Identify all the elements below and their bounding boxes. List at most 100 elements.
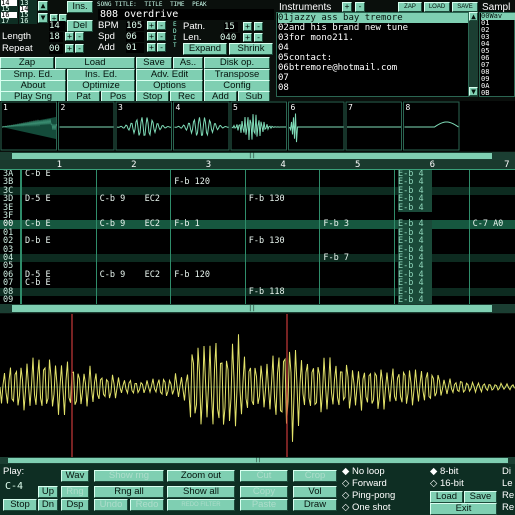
save-as-button[interactable]: As..: [173, 57, 203, 69]
instrument-row[interactable]: 01jazzy ass bay tremore: [278, 13, 468, 23]
pattern-row[interactable]: 00 C-b E C-b 9 F-b 1 F-b 3 E-b 4 C-7 A0 EC2: [0, 220, 515, 229]
undo-button[interactable]: Undo: [94, 499, 128, 511]
effect-cell[interactable]: EC2: [145, 270, 160, 279]
play-wav-button[interactable]: Wav: [61, 470, 89, 482]
play-rng-button[interactable]: Rng: [61, 486, 89, 498]
cut-button[interactable]: Cut: [240, 470, 288, 482]
crop-button[interactable]: Crop: [293, 470, 337, 482]
note-cell[interactable]: F-b 7: [323, 254, 349, 263]
pattern-hscroll-thumb[interactable]: ||: [12, 305, 492, 312]
show-range-button[interactable]: Show rng: [94, 470, 164, 482]
bpm-minus[interactable]: -: [157, 21, 166, 30]
play-stop-button[interactable]: Stop: [3, 499, 37, 511]
pattern-row[interactable]: 3F: [0, 212, 515, 220]
pattern-row[interactable]: 3A C-b E E-b 4: [0, 170, 515, 178]
patn-plus[interactable]: +: [243, 22, 252, 31]
instrument-row[interactable]: 07: [278, 73, 468, 83]
waveform-scroll-thumb[interactable]: ||: [8, 458, 508, 463]
channel-header[interactable]: 3: [171, 160, 246, 170]
ins-pos-button[interactable]: Ins.: [67, 1, 93, 13]
note-cell[interactable]: F-b 120: [174, 178, 210, 187]
pattern-row[interactable]: 3E E-b 4: [0, 203, 515, 212]
repeat-plus[interactable]: +: [65, 44, 74, 53]
show-all-button[interactable]: Show all: [167, 486, 235, 498]
del-pos-button[interactable]: Del: [67, 20, 93, 32]
channel-header[interactable]: 4: [246, 160, 321, 170]
instrument-row[interactable]: 08: [278, 83, 468, 93]
ins-load-button[interactable]: LOAD: [424, 2, 450, 12]
redo-button[interactable]: Redo: [130, 499, 164, 511]
sample-row[interactable]: 0B: [481, 90, 515, 97]
spd-minus[interactable]: -: [157, 32, 166, 41]
one-shot-checkbox[interactable]: ◇ One shot: [342, 502, 391, 513]
channel-header[interactable]: 1: [22, 160, 97, 170]
loop-none-radio[interactable]: ◆ No loop: [342, 466, 385, 477]
pos-up-arrow[interactable]: ▲: [38, 1, 48, 11]
note-cell[interactable]: F-b 118: [249, 287, 285, 296]
add-minus[interactable]: -: [157, 43, 166, 52]
bpm-plus[interactable]: +: [147, 21, 156, 30]
channel-header[interactable]: 7: [470, 160, 515, 170]
pattern-row[interactable]: 06 D-5 E C-b 9 F-b 120 E-b 4 EC2: [0, 270, 515, 279]
pattern-row[interactable]: 3B F-b 120 E-b 4: [0, 178, 515, 187]
note-cell[interactable]: C-7 A0: [473, 220, 504, 229]
pattern-row[interactable]: 03 E-b 4: [0, 245, 515, 254]
disk-op-button[interactable]: Disk op.: [204, 57, 270, 69]
len-plus[interactable]: +: [243, 33, 252, 42]
note-cell[interactable]: E-b 4: [398, 203, 432, 212]
note-cell[interactable]: D-5 E: [25, 195, 51, 204]
spd-plus[interactable]: +: [147, 32, 156, 41]
draw-button[interactable]: Draw: [293, 499, 337, 511]
pattern-row[interactable]: 04 F-b 7 E-b 4: [0, 254, 515, 262]
zap-button[interactable]: Zap: [0, 57, 54, 69]
note-cell[interactable]: C-b E: [25, 220, 51, 229]
waveform-scrollbar[interactable]: ||: [0, 457, 515, 464]
pattern-row[interactable]: 05 E-b 4: [0, 262, 515, 271]
loop-forward-radio[interactable]: ◇ Forward: [342, 478, 387, 489]
effect-cell[interactable]: EC2: [145, 220, 160, 229]
play-dsp-button[interactable]: Dsp: [61, 499, 89, 511]
sample-save-button[interactable]: Save: [464, 491, 497, 503]
note-cell[interactable]: D-b E: [25, 237, 51, 246]
channel-header[interactable]: 2: [97, 160, 172, 170]
ins-save-button[interactable]: SAVE: [452, 2, 478, 12]
note-cell[interactable]: C-b 9: [100, 195, 126, 204]
pattern-row[interactable]: 08 F-b 118 E-b 4: [0, 287, 515, 296]
shrink-button[interactable]: Shrink: [229, 43, 273, 55]
instrument-row[interactable]: 06btremore@hotmail.com: [278, 63, 468, 73]
instrument-row[interactable]: 03for mono211.: [278, 33, 468, 43]
note-cell[interactable]: C-b E: [25, 279, 51, 288]
sample-load-button[interactable]: Load: [430, 491, 463, 503]
copy-button[interactable]: Copy: [240, 486, 288, 498]
bit16-radio[interactable]: ◇ 16-bit: [430, 478, 464, 489]
pattern-scrollbar-bottom[interactable]: ||: [0, 304, 515, 313]
channel-scopes[interactable]: 1 2 3 4 5 6 7 8: [0, 101, 515, 151]
zoom-out-button[interactable]: Zoom out: [167, 470, 235, 482]
redo-filter-button[interactable]: REDO FILTER: [167, 499, 235, 511]
sample-exit-button[interactable]: Exit: [430, 503, 497, 515]
ins-scroll-down[interactable]: ▼: [469, 87, 478, 96]
song-name-field[interactable]: 808 overdrive: [98, 9, 274, 20]
channel-header[interactable]: 5: [320, 160, 395, 170]
instrument-row[interactable]: 02and his brand new tune: [278, 23, 468, 33]
sample-waveform[interactable]: [0, 314, 515, 461]
length-plus[interactable]: +: [65, 32, 74, 41]
save-button[interactable]: Save: [136, 57, 172, 69]
note-cell[interactable]: F-b 120: [174, 270, 210, 279]
ins-zap-button[interactable]: ZAP: [398, 2, 422, 12]
pattern-grid[interactable]: 3A C-b E E-b 4 3B F-b 120 E-b 4 3C E-b 4 3D D-5 E…: [0, 170, 515, 304]
instrument-row[interactable]: 05contact:: [278, 53, 468, 63]
paste-button[interactable]: Paste: [240, 499, 288, 511]
note-cell[interactable]: F-b 130: [249, 195, 285, 204]
effect-cell[interactable]: EC2: [145, 195, 160, 204]
play-dn-button[interactable]: Dn: [38, 499, 58, 511]
repeat-minus[interactable]: -: [75, 44, 84, 53]
length-minus[interactable]: -: [75, 32, 84, 41]
patn-minus[interactable]: -: [254, 22, 263, 31]
add-plus[interactable]: +: [147, 43, 156, 52]
pos-down-arrow[interactable]: ▼: [38, 13, 48, 23]
pattern-scrollbar-top[interactable]: ||: [0, 152, 515, 160]
pattern-row[interactable]: 3D D-5 E C-b 9 F-b 130 E-b 4 EC2: [0, 195, 515, 204]
channel-header[interactable]: 6: [395, 160, 470, 170]
position-list[interactable]: 14 15 16 17: [0, 0, 18, 25]
